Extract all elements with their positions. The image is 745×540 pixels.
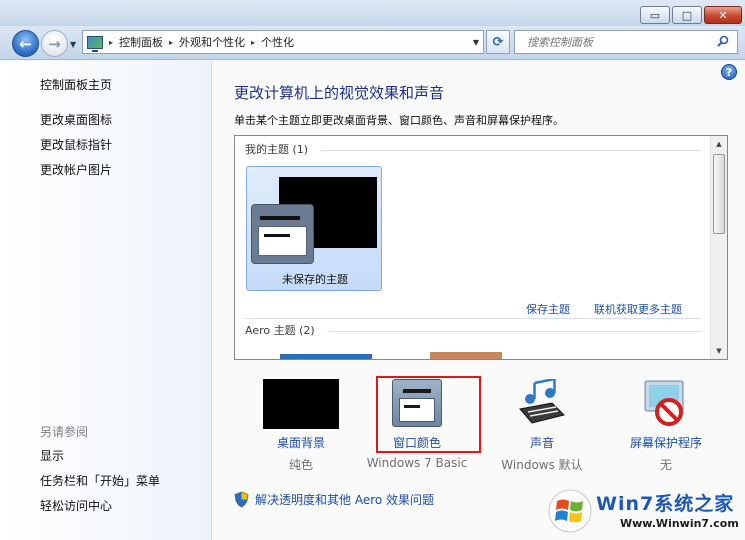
scroll-down-icon[interactable]: ▼: [711, 343, 727, 359]
help-icon[interactable]: ?: [721, 64, 737, 80]
no-screensaver-icon[interactable]: [641, 379, 691, 429]
search-box: [514, 30, 738, 54]
refresh-button[interactable]: ⟳: [486, 30, 510, 54]
navigation-bar: ← → ▼ ▸ 控制面板 ▸ 外观和个性化 ▸ 个性化 ▼ ⟳: [0, 26, 745, 60]
breadcrumb-personalization[interactable]: 个性化: [261, 34, 294, 50]
theme-list-scrollbar[interactable]: ▲ ▼: [710, 136, 727, 359]
see-also-taskbar[interactable]: 任务栏和「开始」菜单: [40, 472, 160, 489]
screen-saver-label[interactable]: 屏幕保护程序: [609, 434, 723, 451]
see-also-display[interactable]: 显示: [40, 447, 64, 464]
screen-saver-value: 无: [659, 458, 672, 472]
search-icon[interactable]: [717, 35, 729, 47]
breadcrumb-separator-icon[interactable]: ▸: [251, 38, 255, 47]
address-bar[interactable]: ▸ 控制面板 ▸ 外观和个性化 ▸ 个性化 ▼: [82, 30, 484, 54]
desktop-background-label[interactable]: 桌面背景: [244, 434, 358, 451]
watermark: Win7系统之家 Www.Winwin7.com: [548, 487, 743, 539]
aero-troubleshoot-link[interactable]: 解决透明度和其他 Aero 效果问题: [234, 491, 434, 508]
search-input[interactable]: [515, 31, 705, 53]
sidebar-item-desktop-icons[interactable]: 更改桌面图标: [40, 111, 112, 128]
control-panel-icon: [87, 35, 103, 52]
desktop-background-value: 纯色: [288, 458, 313, 472]
aero-troubleshoot-label[interactable]: 解决透明度和其他 Aero 效果问题: [255, 491, 434, 508]
sidebar: 控制面板主页 更改桌面图标 更改鼠标指针 更改帐户图片 另请参阅 显示 任务栏和…: [0, 61, 212, 540]
desktop-background-option[interactable]: 桌面背景 纯色: [244, 373, 358, 473]
sounds-label[interactable]: 声音: [485, 434, 599, 451]
see-also-ease-of-access[interactable]: 轻松访问中心: [40, 497, 112, 514]
my-themes-header: 我的主题 (1): [245, 143, 309, 156]
aero-theme-preview[interactable]: [280, 354, 372, 359]
highlight-annotation-box: [376, 376, 481, 453]
sidebar-item-account-picture[interactable]: 更改帐户图片: [40, 161, 112, 178]
aero-theme-preview[interactable]: [430, 352, 502, 359]
desktop-background-icon[interactable]: [263, 379, 339, 429]
theme-tile-label: 未保存的主题: [282, 273, 348, 286]
sidebar-item-mouse-pointers[interactable]: 更改鼠标指针: [40, 136, 112, 153]
page-title: 更改计算机上的视觉效果和声音: [234, 84, 445, 102]
title-bar: ▭ □ ✕: [0, 0, 745, 26]
back-button[interactable]: ←: [12, 30, 39, 57]
scrollbar-thumb[interactable]: [713, 154, 725, 234]
unsaved-theme-tile[interactable]: 未保存的主题: [246, 166, 382, 291]
aero-themes-header: Aero 主题 (2): [245, 324, 315, 337]
music-notes-icon[interactable]: [516, 379, 568, 429]
theme-list[interactable]: 我的主题 (1) 未保存的主题 保存主题 联机获取更多主题 Aero 主题 (2…: [234, 135, 728, 360]
see-also-heading: 另请参阅: [40, 425, 89, 439]
section-divider: [321, 150, 701, 151]
sidebar-home-link[interactable]: 控制面板主页: [40, 76, 112, 93]
sounds-value: Windows 默认: [501, 458, 583, 472]
theme-preview-window-icon: [251, 204, 314, 264]
screen-saver-option[interactable]: 屏幕保护程序 无: [609, 373, 723, 473]
watermark-url: Www.Winwin7.com: [620, 517, 739, 530]
scroll-up-icon[interactable]: ▲: [711, 136, 727, 152]
watermark-title: Win7系统之家: [596, 493, 735, 515]
get-more-themes-link[interactable]: 联机获取更多主题: [594, 301, 682, 317]
breadcrumb-control-panel[interactable]: 控制面板: [119, 34, 163, 50]
history-dropdown-icon[interactable]: ▼: [70, 40, 76, 49]
sounds-option[interactable]: 声音 Windows 默认: [485, 373, 599, 473]
page-description: 单击某个主题立即更改桌面背景、窗口颜色、声音和屏幕保护程序。: [234, 114, 564, 127]
close-button[interactable]: ✕: [704, 6, 742, 24]
breadcrumb-appearance[interactable]: 外观和个性化: [179, 34, 245, 50]
section-divider: [245, 318, 701, 319]
save-theme-link[interactable]: 保存主题: [526, 301, 570, 317]
windows-flag-logo-icon: [548, 489, 592, 533]
breadcrumb-separator-icon[interactable]: ▸: [169, 38, 173, 47]
address-dropdown-icon[interactable]: ▼: [473, 38, 479, 47]
main-content: ? 更改计算机上的视觉效果和声音 单击某个主题立即更改桌面背景、窗口颜色、声音和…: [213, 61, 745, 540]
minimize-button[interactable]: ▭: [640, 6, 670, 24]
window-color-value: Windows 7 Basic: [366, 456, 468, 470]
maximize-button[interactable]: □: [672, 6, 702, 24]
breadcrumb-separator-icon[interactable]: ▸: [109, 38, 113, 47]
section-divider: [327, 331, 701, 332]
forward-button[interactable]: →: [41, 30, 68, 57]
shield-icon: [234, 491, 249, 508]
